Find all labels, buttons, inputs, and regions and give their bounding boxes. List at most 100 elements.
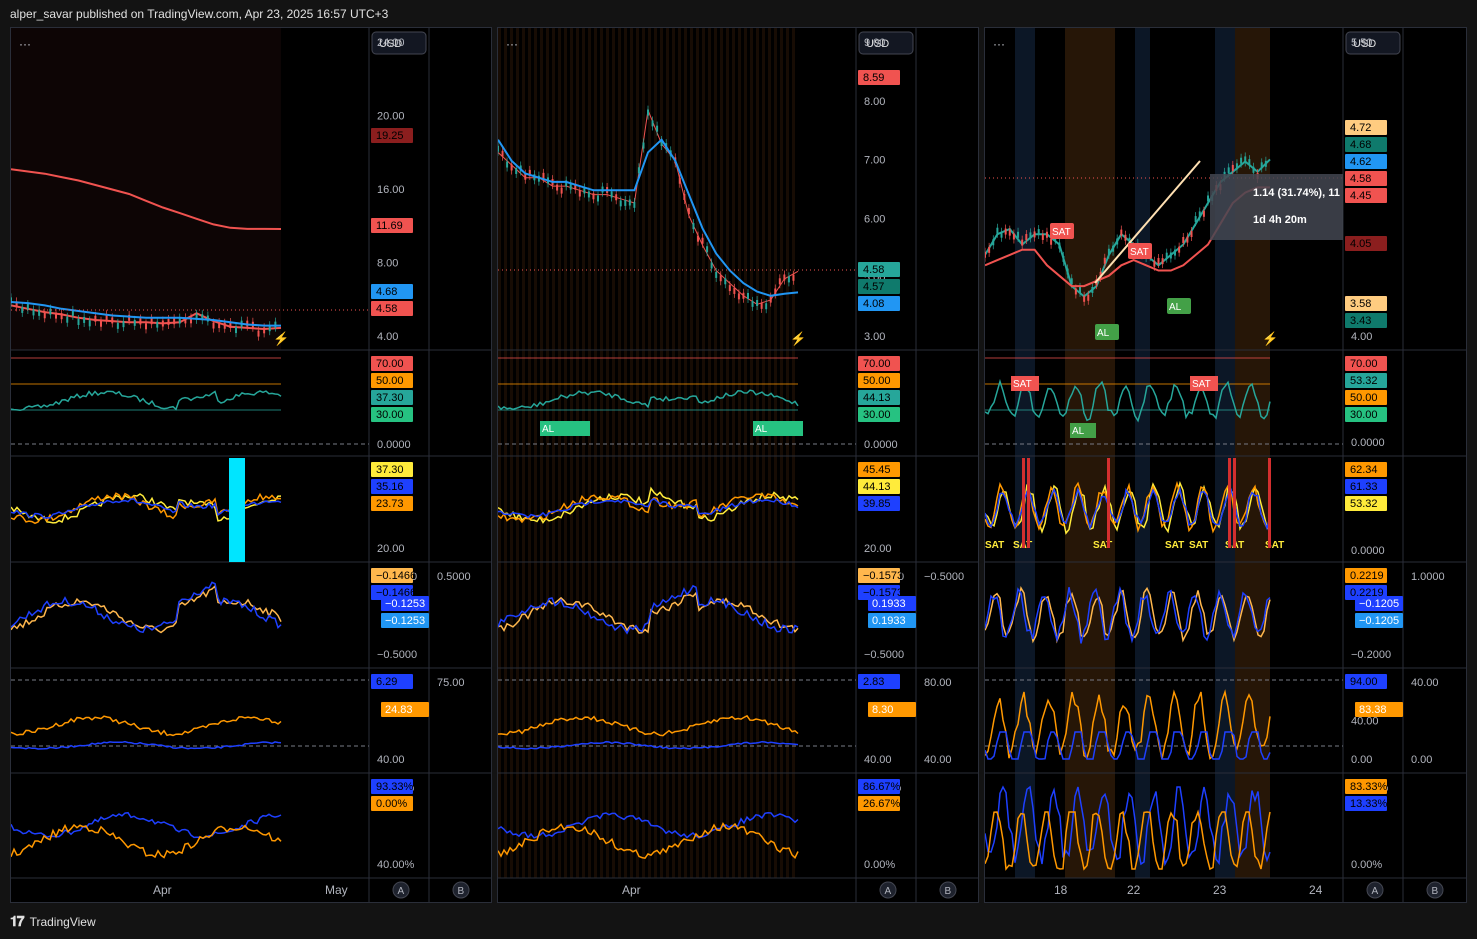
price-badge-value: 26.67% xyxy=(863,798,901,810)
axis-mode-button-b[interactable]: B xyxy=(452,881,470,899)
lightning-icon: ⚡ xyxy=(1262,331,1278,347)
price-badge-value: 6.29 xyxy=(376,676,397,688)
osc-orange-line xyxy=(10,715,282,737)
signal-label-al: AL xyxy=(1167,298,1191,314)
axis-mode-button-a[interactable]: A xyxy=(1366,881,1384,899)
chart-canvas-2[interactable]: ··· USD9.008.007.006.005.003.008.594.584.… xyxy=(497,28,978,902)
session-stripe xyxy=(636,28,639,878)
rsi-signal-al: AL xyxy=(1070,423,1096,438)
axis-tick-label: 6.00 xyxy=(864,213,885,225)
session-stripe xyxy=(546,28,549,878)
chart-column-1[interactable]: ··· USD 24.00 20.00 16.00 8.00 4.00 19.25 11.69 4… xyxy=(10,27,492,903)
price-badge-value: 2.83 xyxy=(863,676,884,688)
price-badge-value: 23.73 xyxy=(376,498,404,510)
price-badge: −0.1573 xyxy=(858,568,903,583)
price-badge-b: 0.1933 xyxy=(868,596,916,611)
rsi-signal-text: AL xyxy=(542,424,555,435)
session-stripe xyxy=(540,28,543,878)
axis-tick-label: 7.00 xyxy=(864,155,885,167)
osc-blue-line xyxy=(10,740,282,750)
tradingview-brand[interactable]: 𝟏𝟕 TradingView xyxy=(10,913,96,930)
session-stripe xyxy=(738,28,741,878)
price-badge-value: −0.1573 xyxy=(863,570,903,582)
measure-tooltip[interactable]: 1.14 (31.74%), 11 1d 4h 20m xyxy=(1210,174,1343,240)
axis-mode-button-a[interactable]: A xyxy=(879,881,897,899)
axis-tick-label: 20.00 xyxy=(377,543,405,555)
session-stripe xyxy=(714,28,717,878)
signal-label-sat: SAT xyxy=(1128,243,1152,259)
price-badge-value: 61.33 xyxy=(1350,481,1378,493)
price-badge: 37.30 xyxy=(371,462,413,477)
chart-canvas-3[interactable]: ··· USD5.504.004.724.684.624.584.454.053.… xyxy=(984,28,1466,902)
stoch-signal-text: SAT xyxy=(1189,540,1208,551)
price-badge: 3.43 xyxy=(1345,313,1387,328)
axis-mode-button-a[interactable]: A xyxy=(392,881,410,899)
cloud-fill xyxy=(11,28,281,350)
axis-mode-button-b[interactable]: B xyxy=(1426,881,1444,899)
price-badge-value: 53.32 xyxy=(1350,498,1378,510)
axis-tick-label: 20.00 xyxy=(864,543,892,555)
price-badge-value: 39.85 xyxy=(863,498,891,510)
price-badge-b: 8.30 xyxy=(868,702,916,717)
price-badge: 4.68 xyxy=(371,284,413,299)
axis-tick-label: 3.00 xyxy=(864,331,885,343)
session-stripe xyxy=(594,28,597,878)
more-options-icon: ··· xyxy=(19,37,31,51)
session-stripe xyxy=(552,28,555,878)
chart-canvas-1[interactable]: ··· USD24.0020.0016.008.004.0019.2511.694… xyxy=(10,28,491,902)
price-badge-value: 94.00 xyxy=(1350,676,1378,688)
session-stripe xyxy=(624,28,627,878)
price-badge: 93.33% xyxy=(371,779,414,794)
signal-bar xyxy=(1268,458,1271,548)
price-badge: 30.00 xyxy=(858,407,900,422)
price-badge: 11.69 xyxy=(371,218,413,233)
session-stripe xyxy=(702,28,705,878)
price-badge-value: 70.00 xyxy=(1350,358,1378,370)
session-stripe xyxy=(660,28,663,878)
price-badge-value: 4.62 xyxy=(1350,156,1371,168)
axis-tick-label: 0.00% xyxy=(864,859,895,871)
session-stripe xyxy=(708,28,711,878)
price-badge-value: −0.1205 xyxy=(1359,615,1399,627)
price-badge: 4.58 xyxy=(858,262,900,277)
session-stripe xyxy=(654,28,657,878)
stoch-signal-text: SAT xyxy=(985,540,1004,551)
signal-text: AL xyxy=(1097,328,1110,339)
axis-mode-button-b[interactable]: B xyxy=(939,881,957,899)
price-badge: 53.32 xyxy=(1345,496,1387,511)
price-badge: 19.25 xyxy=(371,128,413,143)
axis-tick-label: −0.5000 xyxy=(864,649,904,661)
time-axis-label: 18 xyxy=(1054,883,1068,897)
price-badge-b: 24.83 xyxy=(381,702,429,717)
session-stripe xyxy=(606,28,609,878)
axis-button-label: A xyxy=(398,886,405,897)
price-badge: 94.00 xyxy=(1345,674,1387,689)
session-stripe xyxy=(600,28,603,878)
price-badge-value: 11.69 xyxy=(376,220,403,232)
chart-column-3[interactable]: ··· USD 5.50 4.00 4.72 4.68 4.62 4.58 4.45 4.05 3.… xyxy=(984,27,1467,903)
price-badge-value: 3.43 xyxy=(1350,315,1371,327)
session-stripe xyxy=(762,28,765,878)
price-badge: 4.58 xyxy=(371,301,413,316)
session-stripe xyxy=(792,28,795,878)
price-badge: 50.00 xyxy=(858,373,900,388)
session-stripe xyxy=(726,28,729,878)
price-badge-value: 50.00 xyxy=(863,375,891,387)
price-badge-value: −0.1205 xyxy=(1359,598,1399,610)
session-stripe xyxy=(588,28,591,878)
price-badge-value: 30.00 xyxy=(1350,409,1378,421)
signal-text: SAT xyxy=(1013,379,1032,390)
price-badge-value: 19.25 xyxy=(376,130,404,142)
lightning-icon: ⚡ xyxy=(273,331,289,347)
session-stripe xyxy=(618,28,621,878)
chart-column-2[interactable]: ··· USD 9.00 8.00 7.00 6.00 5.00 3.00 8.59 4.58 4.… xyxy=(497,27,979,903)
session-stripe xyxy=(576,28,579,878)
price-badge: 35.16 xyxy=(371,479,413,494)
session-stripe xyxy=(504,28,507,878)
session-stripe xyxy=(696,28,699,878)
signal-text: SAT xyxy=(1052,227,1071,238)
price-badge-value: 13.33% xyxy=(1350,798,1388,810)
time-axis-label: Apr xyxy=(622,883,641,897)
aroon-down-line xyxy=(10,823,282,859)
price-badge: 39.85 xyxy=(858,496,900,511)
